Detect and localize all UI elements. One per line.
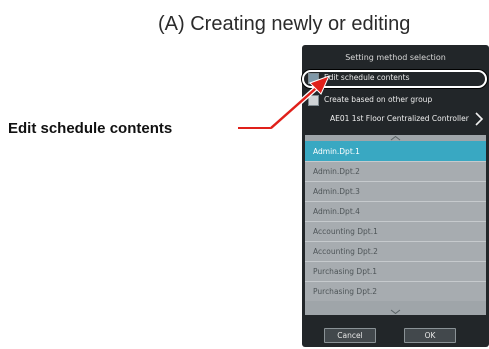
group-list-item[interactable]: Admin.Dpt.2 xyxy=(305,161,486,181)
group-list-item[interactable]: Accounting Dpt.2 xyxy=(305,241,486,261)
controller-selector[interactable]: AE01 1st Floor Centralized Controller xyxy=(302,110,489,128)
group-list-item[interactable]: Admin.Dpt.1 xyxy=(305,141,486,161)
group-list-item[interactable]: Accounting Dpt.1 xyxy=(305,221,486,241)
group-list-item-label: Admin.Dpt.3 xyxy=(313,187,360,196)
group-list[interactable]: Admin.Dpt.1 Admin.Dpt.2 Admin.Dpt.3 Admi… xyxy=(305,135,486,315)
dialog-title: Setting method selection xyxy=(345,53,446,62)
create-from-group-label: Create based on other group xyxy=(324,95,433,104)
group-list-item-label: Purchasing Dpt.1 xyxy=(313,267,378,276)
group-list-item-label: Accounting Dpt.2 xyxy=(313,247,378,256)
cancel-button[interactable]: Cancel xyxy=(324,328,376,343)
group-list-item[interactable]: Admin.Dpt.3 xyxy=(305,181,486,201)
group-list-item-label: Admin.Dpt.1 xyxy=(313,147,360,156)
group-list-item-label: Admin.Dpt.4 xyxy=(313,207,360,216)
ok-button-label: OK xyxy=(424,331,436,340)
setting-method-dialog: Setting method selection Edit schedule c… xyxy=(302,45,489,347)
group-list-item[interactable]: Purchasing Dpt.2 xyxy=(305,281,486,301)
group-list-item[interactable]: Purchasing Dpt.1 xyxy=(305,261,486,281)
edit-schedule-highlight xyxy=(302,70,487,88)
group-list-item-label: Purchasing Dpt.2 xyxy=(313,287,378,296)
create-from-group-checkbox[interactable] xyxy=(308,95,319,106)
callout-label: Edit schedule contents xyxy=(8,120,173,137)
group-list-item[interactable]: Admin.Dpt.4 xyxy=(305,201,486,221)
cancel-button-label: Cancel xyxy=(337,331,363,340)
option-create-from-group[interactable]: Create based on other group xyxy=(302,93,489,109)
chevron-right-icon[interactable] xyxy=(473,112,485,126)
controller-name: AE01 1st Floor Centralized Controller xyxy=(330,114,469,123)
group-list-item-label: Admin.Dpt.2 xyxy=(313,167,360,176)
document-title: (A) Creating newly or editing xyxy=(158,13,411,35)
group-list-item-label: Accounting Dpt.1 xyxy=(313,227,378,236)
chevron-down-icon[interactable] xyxy=(305,309,486,315)
ok-button[interactable]: OK xyxy=(404,328,456,343)
